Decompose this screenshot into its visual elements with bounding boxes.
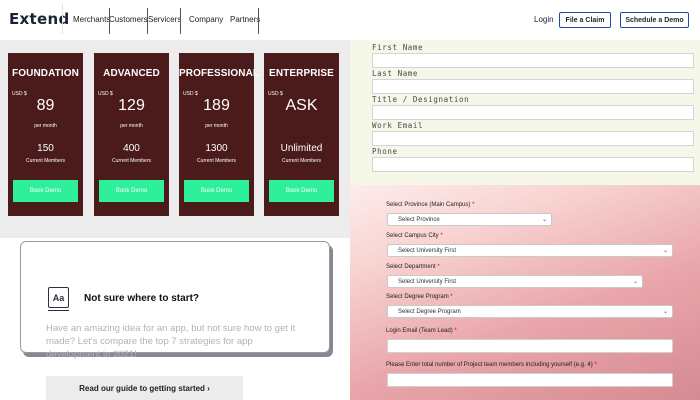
book-demo-button[interactable]: Book Demo: [99, 180, 164, 202]
required-mark: *: [437, 264, 440, 270]
chevron-down-icon: ⌄: [662, 248, 668, 254]
campus-city-label: Select Campus City *: [386, 233, 443, 239]
nav-link-servicers[interactable]: Servicers: [148, 15, 189, 24]
login-link[interactable]: Login: [534, 15, 554, 24]
nav-divider: [62, 4, 63, 34]
province-label-text: Select Province (Main Campus): [386, 202, 471, 208]
degree-program-select-value: Select Degree Program: [398, 308, 461, 315]
department-select-value: Select University First: [398, 278, 457, 285]
read-guide-button[interactable]: Read our guide to getting started ›: [46, 376, 243, 400]
nav-link-customers[interactable]: Customers: [109, 15, 148, 24]
campus-city-label-text: Select Campus City: [386, 233, 439, 239]
pricing-card-enterprise: ENTERPRISE USD $ ASK Unlimited Current M…: [264, 53, 339, 216]
department-label: Select Department *: [386, 264, 440, 270]
book-demo-button[interactable]: Book Demo: [269, 180, 334, 202]
province-select-value: Select Province: [398, 216, 440, 223]
department-select[interactable]: Select University First ⌄: [387, 275, 643, 288]
province-select[interactable]: Select Province ⌄: [387, 213, 552, 226]
team-members-label: Please Enter total number of Project tea…: [386, 362, 597, 368]
campus-city-select[interactable]: Select University First ⌄: [387, 244, 673, 257]
member-count: 150: [37, 143, 54, 154]
plan-price: 129: [118, 97, 145, 114]
top-navigation: Extend Merchants Customers Servicers Com…: [0, 0, 700, 40]
phone-field[interactable]: [372, 157, 694, 172]
member-label: Current Members: [282, 158, 321, 164]
login-email-label-text: Login Email (Team Lead): [386, 328, 453, 334]
typography-icon: Aa: [48, 287, 69, 311]
plan-name: PROFESSIONAL: [179, 68, 260, 79]
department-label-text: Select Department: [386, 264, 436, 270]
nav-link-company[interactable]: Company: [189, 15, 230, 24]
title-label: Title / Designation: [372, 95, 470, 104]
plan-name: FOUNDATION: [12, 68, 79, 79]
price-period: per month: [205, 123, 228, 129]
campus-city-select-value: Select University First: [398, 247, 457, 254]
work-email-field[interactable]: [372, 131, 694, 146]
schedule-demo-button[interactable]: Schedule a Demo: [620, 12, 689, 28]
nav-separator: [258, 8, 259, 34]
first-name-label: First Name: [372, 43, 424, 52]
member-count: Unlimited: [280, 143, 323, 154]
chevron-down-icon: ⌄: [632, 279, 638, 285]
price-period: per month: [120, 123, 143, 129]
pricing-card-foundation: FOUNDATION USD $ 89 per month 150 Curren…: [8, 53, 83, 216]
pricing-card-professional: PROFESSIONAL USD $ 189 per month 1300 Cu…: [179, 53, 260, 216]
member-count: 400: [123, 143, 140, 154]
extend-logo[interactable]: Extend: [9, 10, 69, 28]
price-period: per month: [34, 123, 57, 129]
member-label: Current Members: [112, 158, 151, 164]
plan-name: ADVANCED: [103, 68, 160, 79]
nav-separator: [180, 8, 181, 34]
phone-label: Phone: [372, 147, 398, 156]
plan-price: 189: [203, 97, 230, 114]
work-email-label: Work Email: [372, 121, 424, 130]
province-label: Select Province (Main Campus) *: [386, 202, 474, 208]
nav-separator: [147, 8, 148, 34]
login-email-label: Login Email (Team Lead) *: [386, 328, 457, 334]
book-demo-button[interactable]: Book Demo: [13, 180, 78, 202]
required-mark: *: [472, 202, 475, 208]
pricing-card-advanced: ADVANCED USD $ 129 per month 400 Current…: [94, 53, 169, 216]
guide-title: Not sure where to start?: [84, 293, 200, 304]
book-demo-button[interactable]: Book Demo: [184, 180, 249, 202]
login-email-field[interactable]: [387, 339, 673, 353]
chevron-down-icon: ⌄: [541, 217, 547, 223]
required-mark: *: [454, 328, 457, 334]
member-label: Current Members: [26, 158, 65, 164]
team-members-label-text: Please Enter total number of Project tea…: [386, 362, 593, 368]
degree-program-label: Select Degree Program *: [386, 294, 453, 300]
first-name-field[interactable]: [372, 53, 694, 68]
required-mark: *: [440, 233, 443, 239]
plan-name: ENTERPRISE: [269, 68, 334, 79]
title-field[interactable]: [372, 105, 694, 120]
nav-links: Merchants Customers Servicers Company Pa…: [73, 15, 264, 24]
required-mark: *: [450, 294, 453, 300]
member-label: Current Members: [197, 158, 236, 164]
required-mark: *: [594, 362, 597, 368]
nav-link-merchants[interactable]: Merchants: [73, 15, 110, 24]
file-claim-button[interactable]: File a Claim: [559, 12, 611, 28]
plan-price: 89: [36, 97, 55, 114]
member-count: 1300: [205, 143, 228, 154]
team-members-field[interactable]: [387, 373, 673, 387]
plan-price: ASK: [285, 97, 318, 114]
nav-separator: [109, 8, 110, 34]
guide-description: Have an amazing idea for an app, but not…: [46, 323, 296, 360]
degree-program-label-text: Select Degree Program: [386, 294, 449, 300]
chevron-down-icon: ⌄: [662, 309, 668, 315]
last-name-label: Last Name: [372, 69, 419, 78]
degree-program-select[interactable]: Select Degree Program ⌄: [387, 305, 673, 318]
last-name-field[interactable]: [372, 79, 694, 94]
